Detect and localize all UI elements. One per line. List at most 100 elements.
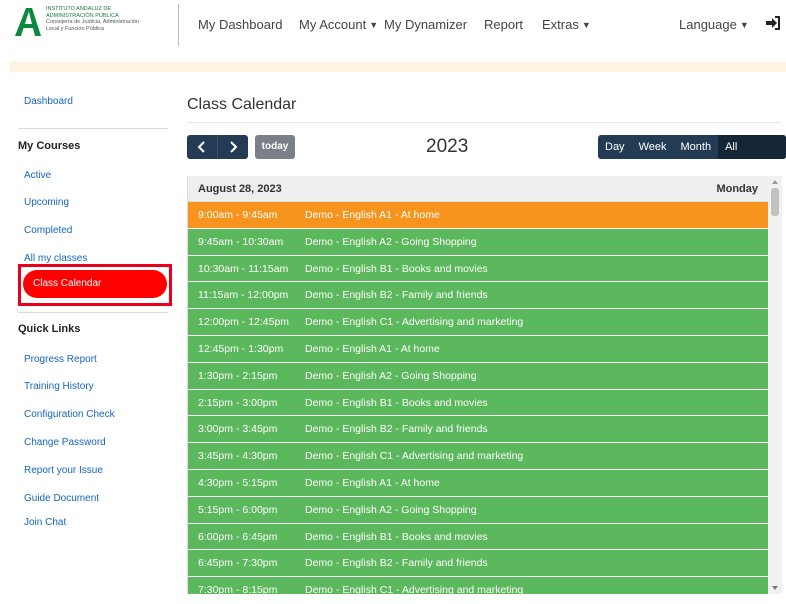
event-title: Demo - English A1 - At home	[305, 209, 440, 221]
nav-extras[interactable]: Extras ▼	[542, 17, 591, 32]
event-row[interactable]: 7:30pm - 8:15pm Demo - English C1 - Adver…	[188, 577, 768, 594]
caret-down-icon: ▼	[581, 20, 591, 30]
nav-report[interactable]: Report	[484, 17, 523, 32]
event-title: Demo - English C1 - Advertising and mark…	[305, 584, 524, 594]
event-time: 11:15am - 12:00pm	[198, 289, 289, 302]
sidebar-item-progress-report[interactable]: Progress Report	[24, 354, 97, 365]
sidebar-item-class-calendar-label: Class Calendar	[33, 278, 102, 289]
event-time: 6:00pm - 6:45pm	[198, 530, 278, 543]
event-time: 4:30pm - 5:15pm	[198, 476, 278, 489]
event-row[interactable]: 3:00pm - 3:45pm Demo - English B2 - Famil…	[188, 416, 768, 444]
logo[interactable]: INSTITUTO ANDALUZ DE ADMINISTRACIÓN PÚBL…	[12, 6, 139, 38]
event-row[interactable]: 11:15am - 12:00pm Demo - English B2 - Fam…	[188, 282, 768, 310]
page-title: Class Calendar	[187, 96, 297, 113]
event-title: Demo - English C1 - Advertising and mark…	[305, 450, 524, 463]
view-week-button[interactable]: Week	[632, 135, 674, 159]
event-time: 10:30am - 11:15am	[198, 262, 289, 275]
logo-line-3: Consejería de Justicia, Administración	[46, 19, 139, 25]
nav-divider	[178, 4, 179, 46]
event-time: 6:45pm - 7:30pm	[198, 557, 278, 570]
event-row[interactable]: 4:30pm - 5:15pm Demo - English A1 - At ho…	[188, 469, 768, 497]
sidebar-item-upcoming[interactable]: Upcoming	[24, 197, 69, 208]
event-row[interactable]: 10:30am - 11:15am Demo - English B1 - Boo…	[188, 255, 768, 283]
event-title: Demo - English A1 - At home	[305, 476, 440, 489]
event-time: 9:45am - 10:30am	[198, 235, 284, 248]
sidebar-item-report-issue[interactable]: Report your Issue	[24, 465, 103, 476]
chevron-right-icon	[230, 141, 238, 153]
caret-down-icon: ▼	[739, 20, 749, 30]
nav-my-dashboard[interactable]: My Dashboard	[198, 17, 283, 32]
calendar-year: 2023	[426, 136, 469, 157]
event-time: 9:00am - 9:45am	[198, 209, 278, 221]
nav-my-account-label: My Account	[299, 17, 367, 32]
logo-line-4: Local y Función Pública	[46, 25, 105, 32]
day-header: August 28, 2023 Monday	[188, 176, 768, 202]
event-title: Demo - English B2 - Family and friends	[305, 423, 488, 436]
logo-text: INSTITUTO ANDALUZ DE ADMINISTRACIÓN PÚBL…	[46, 6, 139, 32]
sidebar-item-active[interactable]: Active	[24, 170, 51, 181]
event-row[interactable]: 1:30pm - 2:15pm Demo - English A2 - Going…	[188, 362, 768, 390]
sidebar-item-configuration-check[interactable]: Configuration Check	[24, 409, 115, 420]
sidebar-item-all-my-classes[interactable]: All my classes	[24, 253, 87, 264]
event-row[interactable]: 5:15pm - 6:00pm Demo - English A2 - Going…	[188, 496, 768, 524]
event-row[interactable]: 3:45pm - 4:30pm Demo - English C1 - Adver…	[188, 443, 768, 470]
today-button[interactable]: today	[255, 135, 295, 159]
event-row[interactable]: 9:45am - 10:30am Demo - English A2 - Goin…	[188, 228, 768, 256]
sidebar-item-training-history[interactable]: Training History	[24, 381, 94, 392]
chevron-left-icon	[197, 141, 205, 153]
event-title: Demo - English B1 - Books and movies	[305, 262, 488, 275]
event-title: Demo - English A2 - Going Shopping	[305, 235, 477, 248]
next-button[interactable]	[217, 135, 248, 159]
event-title: Demo - English B2 - Family and friends	[305, 557, 488, 570]
nav-my-dynamizer[interactable]: My Dynamizer	[384, 17, 467, 32]
scroll-up-arrow-icon[interactable]	[772, 180, 778, 184]
sidebar-divider	[18, 312, 168, 313]
logo-mark-icon	[12, 6, 42, 38]
event-title: Demo - English B1 - Books and movies	[305, 396, 488, 409]
nav-report-label: Report	[484, 17, 524, 32]
event-time: 7:30pm - 8:15pm	[198, 584, 278, 594]
sidebar-item-completed[interactable]: Completed	[24, 225, 72, 236]
event-time: 12:45pm - 1:30pm	[198, 342, 284, 355]
scroll-thumb[interactable]	[771, 188, 779, 216]
event-time: 2:15pm - 3:00pm	[198, 396, 278, 409]
top-navbar: INSTITUTO ANDALUZ DE ADMINISTRACIÓN PÚBL…	[0, 0, 786, 50]
nav-my-account[interactable]: My Account ▼	[299, 17, 378, 32]
calendar-list: August 28, 2023 Monday 9:00am - 9:45am De…	[187, 176, 768, 594]
sidebar-item-guide-document[interactable]: Guide Document	[24, 493, 99, 504]
prev-button[interactable]	[187, 135, 217, 159]
view-month-button[interactable]: Month	[673, 135, 718, 159]
scrollbar[interactable]	[768, 176, 782, 594]
event-title: Demo - English A1 - At home	[305, 342, 440, 355]
view-day-button[interactable]: Day	[598, 135, 632, 159]
event-title: Demo - English A2 - Going Shopping	[305, 503, 477, 516]
nav-language-label: Language	[679, 17, 737, 32]
sidebar-heading-quick-links: Quick Links	[18, 323, 81, 335]
day-header-date: August 28, 2023	[198, 183, 282, 195]
sidebar-item-dashboard[interactable]: Dashboard	[24, 96, 73, 107]
event-row[interactable]: 12:00pm - 12:45pm Demo - English C1 - Adv…	[188, 309, 768, 336]
view-all-courses-button[interactable]: All Courses	[718, 135, 786, 159]
event-row[interactable]: 9:00am - 9:45am Demo - English A1 - At ho…	[188, 202, 768, 229]
nav-extras-label: Extras	[542, 17, 579, 32]
nav-my-dynamizer-label: My Dynamizer	[384, 17, 468, 32]
sidebar-item-change-password[interactable]: Change Password	[24, 437, 106, 448]
scroll-down-arrow-icon[interactable]	[772, 586, 778, 590]
logout-icon[interactable]	[765, 15, 781, 31]
event-row[interactable]: 2:15pm - 3:00pm Demo - English B1 - Books…	[188, 389, 768, 417]
event-time: 1:30pm - 2:15pm	[198, 369, 278, 382]
event-time: 3:00pm - 3:45pm	[198, 423, 278, 436]
event-row[interactable]: 6:45pm - 7:30pm Demo - English B2 - Famil…	[188, 550, 768, 578]
sidebar-item-class-calendar[interactable]: Class Calendar	[23, 270, 167, 298]
nav-my-dashboard-label: My Dashboard	[198, 17, 283, 32]
event-list: 9:00am - 9:45am Demo - English A1 - At ho…	[188, 202, 768, 594]
event-row[interactable]: 12:45pm - 1:30pm Demo - English A1 - At h…	[188, 335, 768, 363]
event-time: 12:00pm - 12:45pm	[198, 316, 290, 329]
nav-language[interactable]: Language ▼	[679, 17, 749, 32]
day-header-weekday: Monday	[716, 183, 758, 195]
view-switcher: Day Week Month All Courses	[598, 135, 786, 159]
event-row[interactable]: 6:00pm - 6:45pm Demo - English B1 - Books…	[188, 523, 768, 551]
accent-band	[10, 62, 786, 72]
event-time: 3:45pm - 4:30pm	[198, 450, 278, 463]
sidebar-item-join-chat[interactable]: Join Chat	[24, 517, 66, 528]
